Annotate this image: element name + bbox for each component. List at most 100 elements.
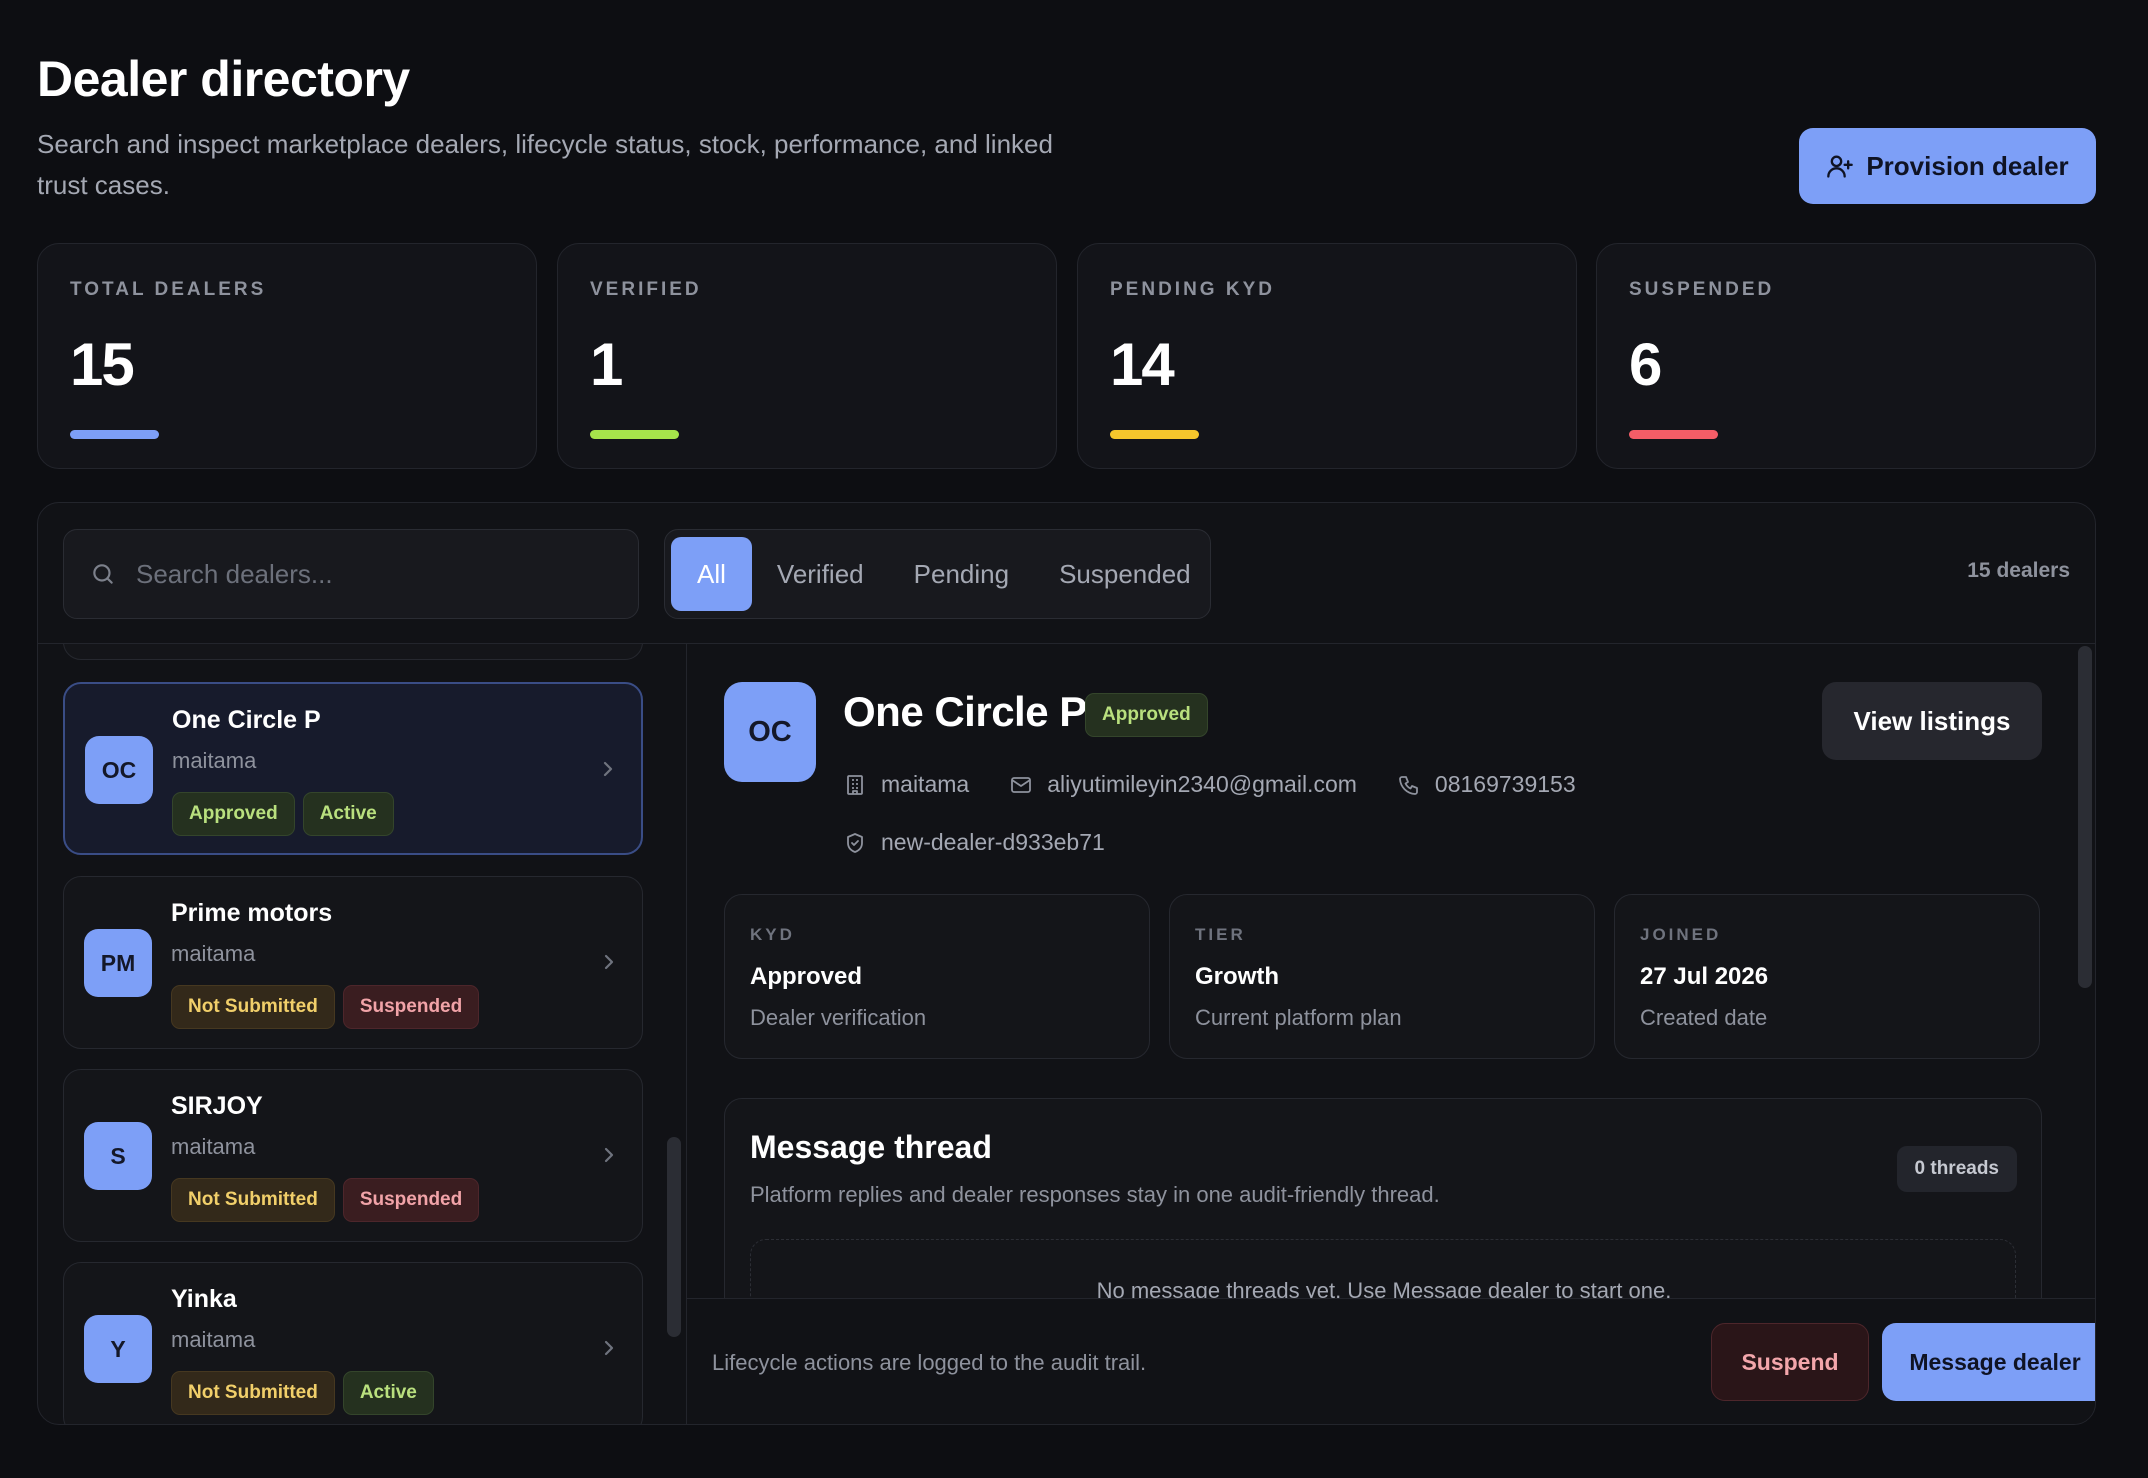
thread-empty-state: No message threads yet. Use Message deal…: [750, 1239, 2016, 1298]
dealer-location: maitama: [171, 941, 256, 966]
provision-dealer-label: Provision dealer: [1866, 150, 2069, 181]
tab-verified[interactable]: Verified: [752, 537, 889, 611]
detail-status-badge: Approved: [1085, 693, 1208, 737]
message-thread-card: Message thread Platform replies and deal…: [724, 1098, 2042, 1298]
info-value: Approved: [750, 963, 863, 990]
thread-count-badge: 0 threads: [1896, 1146, 2017, 1192]
dealer-detail: OC One Circle P Approved View listings m…: [687, 644, 2095, 1298]
dealer-location: maitama: [171, 1134, 256, 1159]
stat-label: PENDING KYD: [1110, 279, 1275, 300]
stat-label: SUSPENDED: [1629, 279, 1775, 300]
meta-slug-text: new-dealer-d933eb71: [881, 829, 1105, 855]
kyd-badge: Not Submitted: [171, 985, 335, 1029]
stat-card-total-dealers: TOTAL DEALERS 15: [37, 243, 537, 469]
dealer-directory-page: Dealer directory Search and inspect mark…: [0, 0, 2148, 1478]
stat-label: TOTAL DEALERS: [70, 279, 267, 300]
stat-card-suspended: SUSPENDED 6: [1596, 243, 2096, 469]
dealer-card-sirjoy[interactable]: S SIRJOY maitama Not Submitted Suspended: [63, 1069, 643, 1242]
detail-scrollbar[interactable]: [2078, 646, 2092, 988]
thread-empty-text: No message threads yet. Use Message deal…: [1096, 1278, 1672, 1298]
info-card-joined: JOINED 27 Jul 2026 Created date: [1614, 894, 2040, 1059]
info-caption: Created date: [1640, 1005, 1768, 1030]
contact-meta-row: maitama aliyutimileyin2340@gmail.com 081…: [843, 771, 1576, 798]
avatar: S: [84, 1122, 152, 1190]
chevron-right-icon: [604, 1340, 614, 1356]
dealer-badges: Not Submitted Suspended: [171, 985, 480, 1029]
meta-email: aliyutimileyin2340@gmail.com: [1009, 771, 1357, 798]
status-badge: Active: [302, 792, 394, 836]
thread-subtitle: Platform replies and dealer responses st…: [750, 1182, 1440, 1207]
phone-icon: [1399, 775, 1418, 795]
chevron-right-icon: [603, 761, 613, 777]
list-item-partial[interactable]: [63, 644, 643, 660]
dealer-name: Yinka: [171, 1285, 237, 1313]
info-caption: Current platform plan: [1195, 1005, 1402, 1030]
meta-phone-text: 08169739153: [1434, 771, 1576, 797]
mail-icon: [1011, 776, 1032, 793]
info-value: Growth: [1195, 963, 1279, 990]
dealer-count: 15 dealers: [1967, 559, 2070, 582]
stat-accent-bar: [590, 430, 679, 439]
detail-dealer-name: One Circle P: [843, 688, 1087, 735]
info-label: TIER: [1195, 925, 1246, 944]
thread-title: Message thread: [750, 1129, 992, 1165]
meta-phone: 08169739153: [1397, 771, 1576, 798]
avatar: PM: [84, 929, 152, 997]
meta-location-text: maitama: [881, 771, 970, 797]
info-card-tier: TIER Growth Current platform plan: [1169, 894, 1595, 1059]
dealer-badges: Approved Active: [172, 792, 394, 836]
filter-tabs: All Verified Pending Suspended: [664, 529, 1211, 619]
building-icon: [847, 774, 863, 795]
tab-pending[interactable]: Pending: [889, 537, 1034, 611]
dealer-card-prime-motors[interactable]: PM Prime motors maitama Not Submitted Su…: [63, 876, 643, 1049]
provision-dealer-button[interactable]: Provision dealer: [1799, 128, 2096, 204]
status-badge: Suspended: [342, 1178, 480, 1222]
dealer-list: OC One Circle P maitama Approved Active …: [63, 644, 643, 1424]
page-subtitle: Search and inspect marketplace dealers, …: [37, 129, 1053, 200]
slug-meta-row: new-dealer-d933eb71: [843, 829, 1105, 856]
search-input[interactable]: [136, 558, 596, 590]
dealer-panel: All Verified Pending Suspended 15 dealer…: [37, 502, 2096, 1425]
view-listings-button[interactable]: View listings: [1822, 682, 2042, 760]
user-plus-icon: [1827, 155, 1854, 178]
suspend-button[interactable]: Suspend: [1711, 1323, 1869, 1401]
dealer-name: Prime motors: [171, 899, 333, 927]
meta-email-text: aliyutimileyin2340@gmail.com: [1047, 771, 1357, 797]
detail-avatar: OC: [724, 682, 816, 782]
dealer-location: maitama: [171, 1327, 256, 1352]
info-label: KYD: [750, 925, 795, 944]
stat-label: VERIFIED: [590, 279, 702, 300]
page-title: Dealer directory: [37, 51, 410, 107]
search-box[interactable]: [63, 529, 639, 619]
chevron-right-icon: [604, 1147, 614, 1163]
stat-accent-bar: [1110, 430, 1199, 439]
status-badge: Active: [342, 1371, 434, 1415]
dealer-location: maitama: [172, 748, 257, 773]
stat-accent-bar: [1629, 430, 1718, 439]
status-badge: Suspended: [342, 985, 480, 1029]
kyd-badge: Approved: [172, 792, 295, 836]
stat-value: 6: [1629, 331, 1662, 398]
chevron-right-icon: [604, 954, 614, 970]
tab-all[interactable]: All: [671, 537, 752, 611]
message-dealer-button[interactable]: Message dealer: [1882, 1323, 2095, 1401]
avatar: Y: [84, 1315, 152, 1383]
stat-value: 14: [1110, 331, 1175, 398]
dealer-badges: Not Submitted Suspended: [171, 1178, 480, 1222]
dealer-card-one-circle-p[interactable]: OC One Circle P maitama Approved Active: [63, 682, 643, 855]
info-caption: Dealer verification: [750, 1005, 927, 1030]
info-card-kyd: KYD Approved Dealer verification: [724, 894, 1150, 1059]
stat-value: 1: [590, 331, 623, 398]
dealer-card-yinka[interactable]: Y Yinka maitama Not Submitted Active: [63, 1262, 643, 1424]
dealer-name: One Circle P: [172, 706, 321, 734]
kyd-badge: Not Submitted: [171, 1178, 335, 1222]
stat-accent-bar: [70, 430, 159, 439]
stat-card-verified: VERIFIED 1: [557, 243, 1057, 469]
dealer-list-scrollbar[interactable]: [667, 1137, 681, 1337]
tab-suspended[interactable]: Suspended: [1034, 537, 1216, 611]
meta-location: maitama: [843, 771, 969, 798]
info-label: JOINED: [1640, 925, 1722, 944]
info-value: 27 Jul 2026: [1640, 963, 1769, 990]
audit-note: Lifecycle actions are logged to the audi…: [712, 1350, 1147, 1375]
shield-check-icon: [847, 832, 863, 853]
